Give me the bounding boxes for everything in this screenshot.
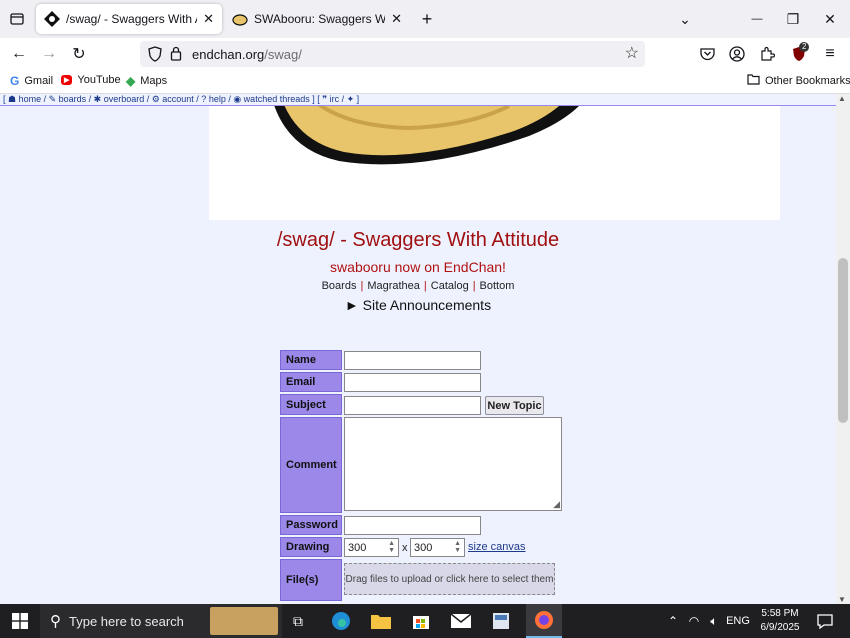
file-dropzone[interactable]: Drag files to upload or click here to se… (344, 563, 555, 595)
size-canvas-link[interactable]: size canvas (468, 541, 525, 553)
email-label: Email (280, 372, 342, 392)
bookmark-label: Gmail (24, 75, 54, 87)
swabooru-favicon-icon (232, 11, 248, 27)
drawing-width-input[interactable]: 300 ▲ ▼ (344, 538, 399, 557)
drawing-x-separator: x (402, 542, 408, 554)
menu-icon[interactable]: ≡ (817, 41, 843, 67)
tab-swag[interactable]: /swag/ - Swaggers With Attitud ✕ (36, 4, 222, 34)
restore-button[interactable]: ❐ (780, 6, 806, 32)
drawing-height-input[interactable]: 300 ▲ ▼ (410, 538, 465, 557)
boards-link[interactable]: Boards (322, 280, 357, 292)
subject-input[interactable] (344, 396, 481, 415)
notifications-icon[interactable] (812, 604, 838, 638)
board-subtitle: swabooru now on EndChan! (330, 259, 506, 275)
site-top-navigation[interactable]: [ ☗ home / ✎ boards / ✱ overboard / ⚙ ac… (0, 94, 836, 106)
magrathea-link[interactable]: Magrathea (367, 280, 420, 292)
ublock-extension-icon[interactable]: 2 (786, 41, 812, 67)
catalog-link[interactable]: Catalog (431, 280, 469, 292)
youtube-icon: ▶ (61, 75, 73, 85)
clock-time: 5:58 PM (761, 608, 799, 619)
url-host: endchan.org (192, 46, 265, 62)
name-input[interactable] (344, 351, 481, 370)
bookmark-youtube[interactable]: ▶ YouTube (61, 74, 121, 86)
bookmark-label: Maps (140, 75, 168, 87)
forward-icon[interactable]: → (36, 41, 62, 67)
edge-icon[interactable] (326, 604, 356, 638)
board-nav-links: Boards | Magrathea | Catalog | Bottom (321, 280, 515, 292)
name-label: Name (280, 350, 342, 370)
drawing-height-value: 300 (414, 541, 433, 554)
bookmark-star-icon[interactable]: ☆ (625, 43, 639, 63)
tab-title: /swag/ - Swaggers With Attitud (66, 12, 197, 26)
email-input[interactable] (344, 373, 481, 392)
pocket-icon[interactable] (694, 41, 720, 67)
navigation-toolbar: ← → ↻ endchan.org/swag/ ☆ 2 ≡ (0, 38, 850, 70)
scroll-down-icon[interactable]: ▼ (838, 595, 846, 604)
clock-date: 6/9/2025 (760, 622, 800, 633)
address-bar[interactable]: endchan.org/swag/ ☆ (140, 41, 645, 67)
tab-close-icon[interactable]: ✕ (203, 11, 214, 27)
board-title: /swag/ - Swaggers With Attitude (276, 229, 560, 251)
password-input[interactable] (344, 516, 481, 535)
lock-icon[interactable] (170, 46, 182, 64)
maps-icon: ◆ (126, 74, 136, 88)
tab-list-icon[interactable] (4, 6, 30, 32)
list-all-tabs-icon[interactable]: ⌄ (672, 6, 698, 32)
search-placeholder: Type here to search (69, 613, 184, 629)
site-announcements-toggle[interactable]: ► Site Announcements (0, 297, 836, 313)
folder-icon (747, 74, 760, 88)
width-spinner-icon[interactable]: ▲ ▼ (388, 540, 395, 554)
task-view-icon[interactable]: ⧉ (284, 604, 312, 638)
resize-handle-icon[interactable]: ◢ (553, 499, 560, 510)
endchan-favicon-icon (44, 11, 60, 27)
url-path: /swag/ (264, 46, 302, 62)
subject-label: Subject (280, 394, 342, 415)
google-icon: G (10, 74, 20, 88)
board-banner-image[interactable] (209, 106, 780, 220)
height-spinner-icon[interactable]: ▲ ▼ (454, 540, 461, 554)
volume-icon[interactable]: 🔈︎ (704, 604, 724, 638)
new-tab-button[interactable]: + (414, 6, 440, 32)
bookmarks-toolbar: G Gmail ▶ YouTube ◆ Maps Other Bookmarks (0, 70, 850, 94)
bookmark-gmail[interactable]: G Gmail (10, 74, 53, 88)
drawing-width-value: 300 (348, 541, 367, 554)
reload-icon[interactable]: ↻ (66, 41, 92, 67)
store-icon[interactable] (406, 604, 436, 638)
comment-label: Comment (280, 417, 342, 513)
close-window-button[interactable]: ✕ (817, 6, 843, 32)
taskbar-search-box[interactable]: ⚲ Type here to search (40, 604, 282, 638)
mail-icon[interactable] (446, 604, 476, 638)
other-bookmarks[interactable]: Other Bookmarks (747, 74, 850, 88)
extensions-icon[interactable] (754, 41, 780, 67)
password-label: Password (280, 515, 342, 535)
search-icon: ⚲ (50, 613, 61, 630)
search-highlight-image (210, 607, 278, 635)
account-icon[interactable] (724, 41, 750, 67)
firefox-taskbar-icon[interactable] (526, 604, 562, 638)
new-topic-button[interactable]: New Topic (485, 396, 544, 415)
windows-start-icon[interactable] (0, 604, 40, 638)
tab-swabooru[interactable]: SWAbooru: Swaggers With Atti ✕ (224, 4, 410, 34)
files-label: File(s) (280, 559, 342, 601)
bookmark-maps[interactable]: ◆ Maps (126, 74, 167, 88)
network-icon[interactable]: ◠ (684, 604, 704, 638)
bottom-link[interactable]: Bottom (480, 280, 515, 292)
show-hidden-icons[interactable]: ⌃ (664, 604, 682, 638)
app-icon[interactable] (486, 604, 516, 638)
tab-title: SWAbooru: Swaggers With Atti (254, 12, 386, 26)
extension-badge: 2 (799, 42, 810, 52)
scroll-up-icon[interactable]: ▲ (838, 94, 846, 103)
scrollbar-thumb[interactable] (838, 258, 848, 423)
minimize-button[interactable]: — (744, 6, 770, 32)
file-explorer-icon[interactable] (366, 604, 396, 638)
tracking-shield-icon[interactable] (148, 46, 162, 65)
back-icon[interactable]: ← (6, 41, 32, 67)
clock[interactable]: 5:58 PM 6/9/2025 (752, 604, 808, 638)
comment-textarea[interactable]: ◢ (344, 417, 562, 511)
tab-close-icon[interactable]: ✕ (391, 11, 402, 27)
bookmark-label: YouTube (77, 74, 121, 86)
other-bookmarks-label: Other Bookmarks (765, 75, 850, 87)
drawing-label: Drawing (280, 537, 342, 557)
language-indicator[interactable]: ENG (724, 604, 752, 638)
